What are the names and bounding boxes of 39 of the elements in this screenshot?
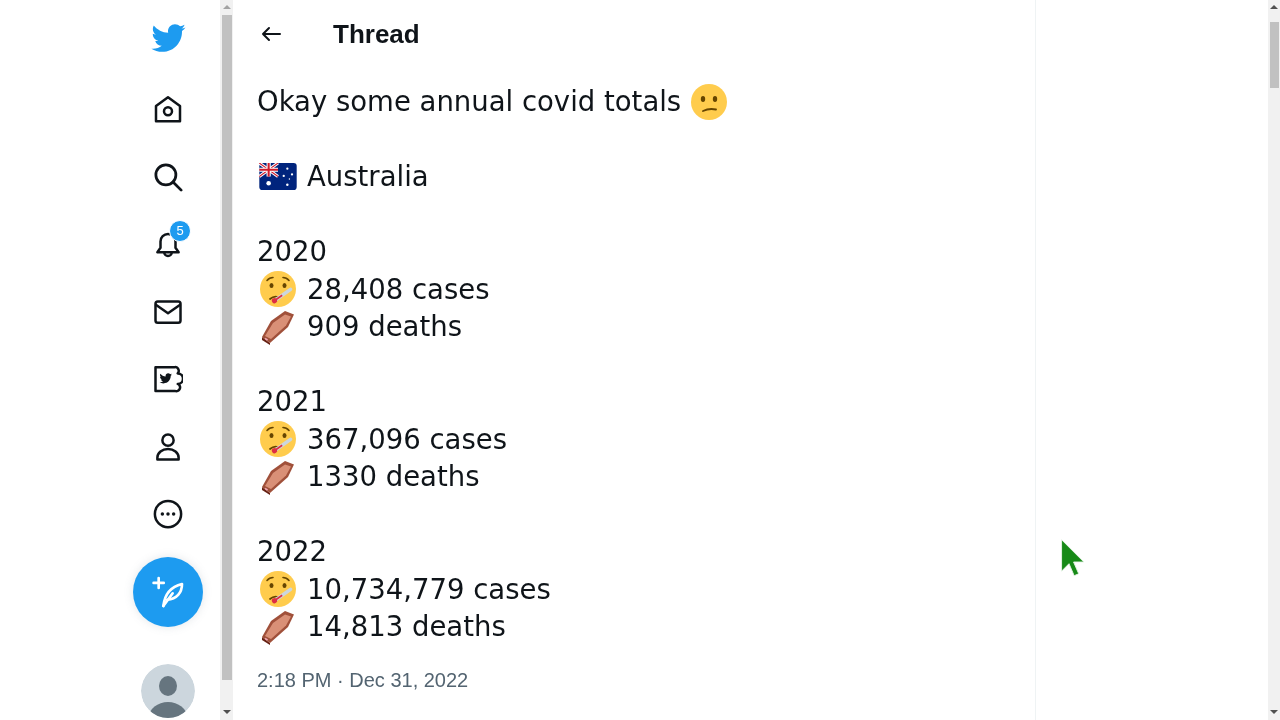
scrollbar[interactable] — [220, 0, 233, 720]
tweet-text: 10,734,779 cases — [307, 571, 551, 607]
avatar[interactable] — [141, 664, 195, 718]
home-icon[interactable] — [153, 94, 183, 124]
coffin-icon — [260, 608, 296, 645]
page-title: Thread — [333, 19, 420, 49]
tweet-text: 2021 — [257, 384, 327, 419]
search-icon[interactable] — [153, 161, 183, 192]
cursor-icon — [1061, 539, 1085, 577]
compose-button[interactable] — [133, 557, 203, 627]
scroll-down-icon[interactable] — [1270, 710, 1278, 714]
tweet-text: 14,813 deaths — [307, 609, 506, 644]
tweet-text: Okay some annual covid totals — [257, 84, 682, 119]
scroll-down-icon[interactable] — [222, 710, 231, 714]
coffin-icon — [260, 308, 296, 345]
bird-logo[interactable] — [150, 24, 186, 52]
tweet-text: 909 deaths — [307, 309, 462, 344]
australian-flag-icon — [259, 163, 297, 191]
tweet-text: 1330 deaths — [307, 459, 480, 494]
thermometer-face-icon — [260, 421, 296, 458]
tweet-text: 367,096 cases — [307, 421, 507, 457]
scrollbar[interactable] — [1268, 0, 1280, 720]
feather-plus-icon — [152, 576, 184, 608]
scrollbar-thumb[interactable] — [221, 15, 232, 680]
confused-face-icon — [691, 83, 728, 120]
tweet-text: 28,408 cases — [307, 271, 490, 307]
notification-count: 5 — [169, 220, 191, 242]
thermometer-face-icon — [260, 571, 296, 608]
tweet-text: 2020 — [257, 234, 327, 269]
timestamp[interactable]: 2:18 PM · Dec 31, 2022 — [257, 667, 469, 692]
person-icon[interactable] — [153, 431, 183, 462]
scroll-up-icon[interactable] — [1270, 5, 1278, 9]
tweet-text: Australia — [307, 159, 429, 194]
scrollbar-thumb[interactable] — [1269, 22, 1279, 88]
back-arrow-icon[interactable] — [261, 26, 281, 42]
tweet-text: 2022 — [257, 534, 327, 569]
coffin-icon — [260, 458, 296, 495]
thermometer-face-icon — [260, 271, 296, 308]
more-icon[interactable] — [153, 499, 183, 529]
